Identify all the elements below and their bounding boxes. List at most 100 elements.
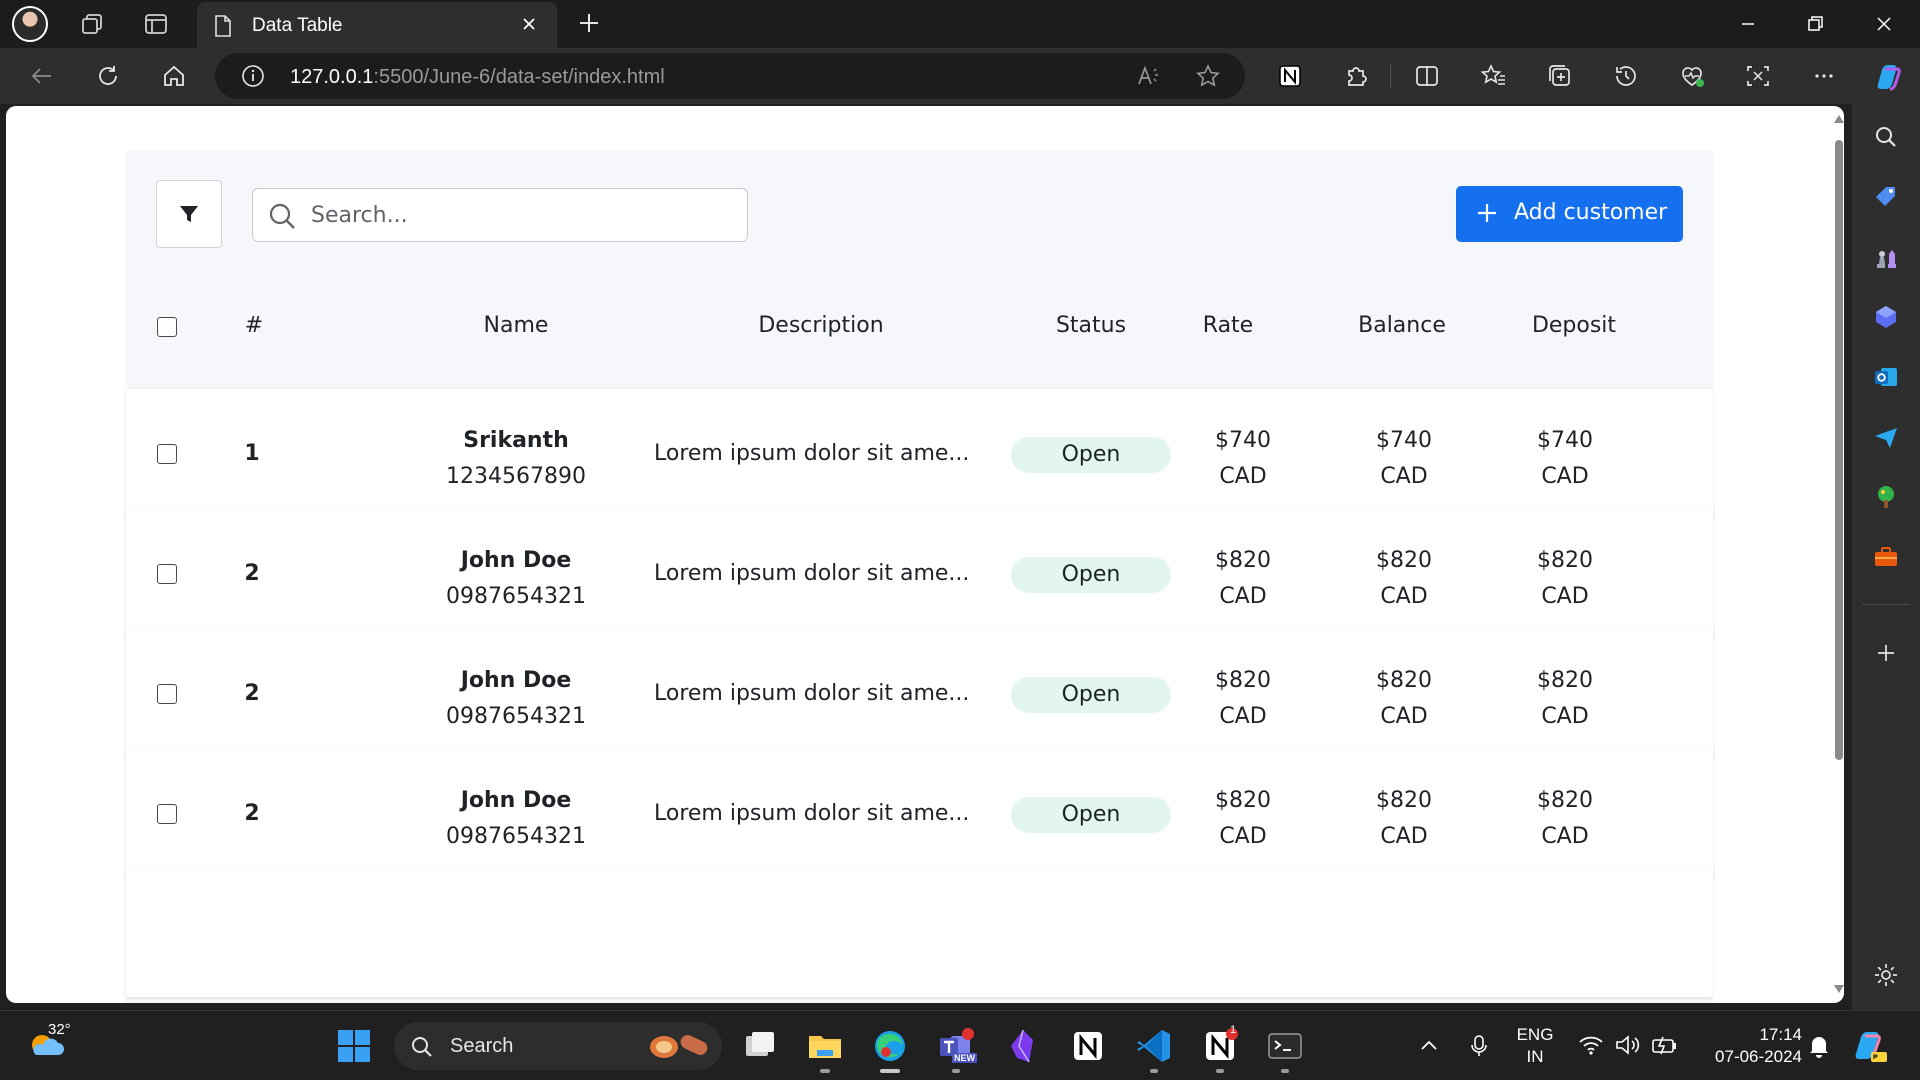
notion-icon[interactable]: [1068, 1026, 1108, 1066]
wifi-icon[interactable]: [1578, 1033, 1604, 1057]
page-favicon-icon: [215, 15, 231, 37]
column-header-index[interactable]: #: [236, 313, 272, 338]
column-header-balance[interactable]: Balance: [1322, 313, 1482, 338]
clock-date: 07-06-2024: [1715, 1047, 1802, 1066]
notification-bell-icon[interactable]: [1807, 1033, 1831, 1059]
new-tab-icon[interactable]: [575, 9, 603, 37]
favorite-star-icon[interactable]: [1195, 63, 1221, 89]
column-header-rate[interactable]: Rate: [1168, 313, 1288, 338]
url-text[interactable]: 127.0.0.1:5500/June-6/data-set/index.htm…: [290, 66, 665, 89]
vertical-tabs-icon[interactable]: [142, 10, 170, 38]
row-index: 2: [244, 681, 260, 706]
scrollbar-thumb[interactable]: [1835, 140, 1843, 760]
tab-data-table[interactable]: Data Table: [197, 2, 557, 48]
taskbar-search-icon: [412, 1037, 432, 1057]
outlook-icon[interactable]: [1871, 362, 1901, 392]
tools-icon[interactable]: [1871, 542, 1901, 572]
customer-name: John Doe: [460, 548, 572, 573]
page-scrollbar[interactable]: [1830, 112, 1848, 997]
column-header-description[interactable]: Description: [654, 313, 988, 338]
copilot-sidebar-icon[interactable]: [1871, 302, 1901, 332]
rate-cell: $820 CAD: [1215, 788, 1271, 849]
add-customer-label: Add customer: [1514, 200, 1668, 225]
notion-extension-icon[interactable]: [1275, 61, 1305, 91]
search-highlight-icon: [650, 1035, 708, 1058]
column-header-status[interactable]: Status: [1011, 313, 1171, 338]
column-header-deposit[interactable]: Deposit: [1494, 313, 1654, 338]
scroll-down-arrow-icon[interactable]: [1833, 984, 1845, 994]
search-input[interactable]: [311, 197, 731, 233]
close-window-icon[interactable]: [1869, 9, 1899, 39]
table-row[interactable]: 1 Srikanth 1234567890 Lorem ipsum dolor s…: [126, 389, 1713, 517]
history-icon[interactable]: [1611, 61, 1641, 91]
start-icon[interactable]: [334, 1026, 374, 1066]
add-customer-button[interactable]: Add customer: [1456, 186, 1683, 242]
table-row[interactable]: 2 John Doe 0987654321 Lorem ipsum dolor s…: [126, 749, 1713, 877]
table-row-partial[interactable]: [126, 869, 1713, 997]
copilot-taskbar-icon[interactable]: [1849, 1026, 1889, 1066]
search-icon: [269, 203, 295, 229]
balance-cell: $820 CAD: [1376, 668, 1432, 729]
vscode-icon[interactable]: [1134, 1026, 1174, 1066]
scroll-up-arrow-icon[interactable]: [1833, 114, 1845, 124]
copilot-icon[interactable]: [1871, 59, 1907, 95]
active-indicator: [880, 1069, 900, 1073]
obsidian-icon[interactable]: [1003, 1026, 1043, 1066]
games-icon[interactable]: [1871, 242, 1901, 272]
edge-browser-icon[interactable]: [870, 1026, 910, 1066]
row-checkbox[interactable]: [157, 804, 177, 824]
volume-icon[interactable]: [1614, 1033, 1640, 1057]
tree-app-icon[interactable]: [1871, 482, 1901, 512]
customer-phone: 1234567890: [446, 464, 586, 489]
sidebar-settings-icon[interactable]: [1871, 960, 1901, 990]
select-all-checkbox[interactable]: [157, 317, 177, 337]
clock[interactable]: 17:14 07-06-2024: [1692, 1024, 1802, 1068]
shopping-icon[interactable]: [1871, 182, 1901, 212]
site-info-icon[interactable]: [241, 64, 265, 88]
file-explorer-icon[interactable]: [805, 1026, 845, 1066]
minimize-icon[interactable]: [1733, 9, 1763, 39]
microphone-icon[interactable]: [1468, 1033, 1490, 1059]
weather-temperature: 32°: [48, 1021, 71, 1038]
column-header-name[interactable]: Name: [386, 313, 646, 338]
row-checkbox[interactable]: [157, 684, 177, 704]
back-icon[interactable]: [27, 61, 57, 91]
screenshot-icon[interactable]: [1743, 61, 1773, 91]
terminal-icon[interactable]: [1265, 1026, 1305, 1066]
language-indicator[interactable]: ENG IN: [1510, 1024, 1560, 1068]
task-view-icon[interactable]: [740, 1026, 780, 1066]
read-aloud-icon[interactable]: [1135, 63, 1161, 89]
windows-taskbar: 32° Search NEW 1 ENG IN 17:14 07-06-2024: [0, 1010, 1920, 1080]
extensions-icon[interactable]: [1341, 61, 1371, 91]
collections-icon[interactable]: [1545, 61, 1575, 91]
table-row[interactable]: 2 John Doe 0987654321 Lorem ipsum dolor s…: [126, 509, 1713, 637]
refresh-icon[interactable]: [93, 61, 123, 91]
address-bar[interactable]: 127.0.0.1:5500/June-6/data-set/index.htm…: [215, 53, 1245, 99]
send-icon[interactable]: [1871, 422, 1901, 452]
workspaces-icon[interactable]: [78, 10, 106, 38]
battery-icon[interactable]: [1650, 1033, 1678, 1057]
restore-icon[interactable]: [1800, 9, 1830, 39]
row-checkbox[interactable]: [157, 444, 177, 464]
search-box[interactable]: [252, 188, 748, 242]
close-tab-icon[interactable]: [517, 12, 541, 36]
chevron-up-icon[interactable]: [1418, 1035, 1440, 1057]
home-icon[interactable]: [159, 61, 189, 91]
filter-button[interactable]: [156, 180, 222, 248]
more-options-icon[interactable]: [1809, 61, 1839, 91]
taskbar-search[interactable]: Search: [394, 1022, 722, 1070]
table-row[interactable]: 2 John Doe 0987654321 Lorem ipsum dolor s…: [126, 629, 1713, 757]
customer-name-cell: John Doe 0987654321: [386, 543, 646, 615]
search-sidebar-icon[interactable]: [1871, 122, 1901, 152]
edge-sidebar: [1852, 104, 1920, 1010]
profile-avatar[interactable]: [12, 6, 48, 42]
favorites-icon[interactable]: [1479, 61, 1509, 91]
browser-essentials-icon[interactable]: [1677, 61, 1707, 91]
row-checkbox[interactable]: [157, 564, 177, 584]
split-screen-icon[interactable]: [1412, 61, 1442, 91]
page-viewport: Add customer # Name Description Status R…: [6, 106, 1844, 1003]
row-index: 1: [244, 441, 260, 466]
filter-icon: [180, 206, 198, 222]
add-sidebar-app-icon[interactable]: [1871, 638, 1901, 668]
toolbar-separator: [1390, 64, 1391, 88]
